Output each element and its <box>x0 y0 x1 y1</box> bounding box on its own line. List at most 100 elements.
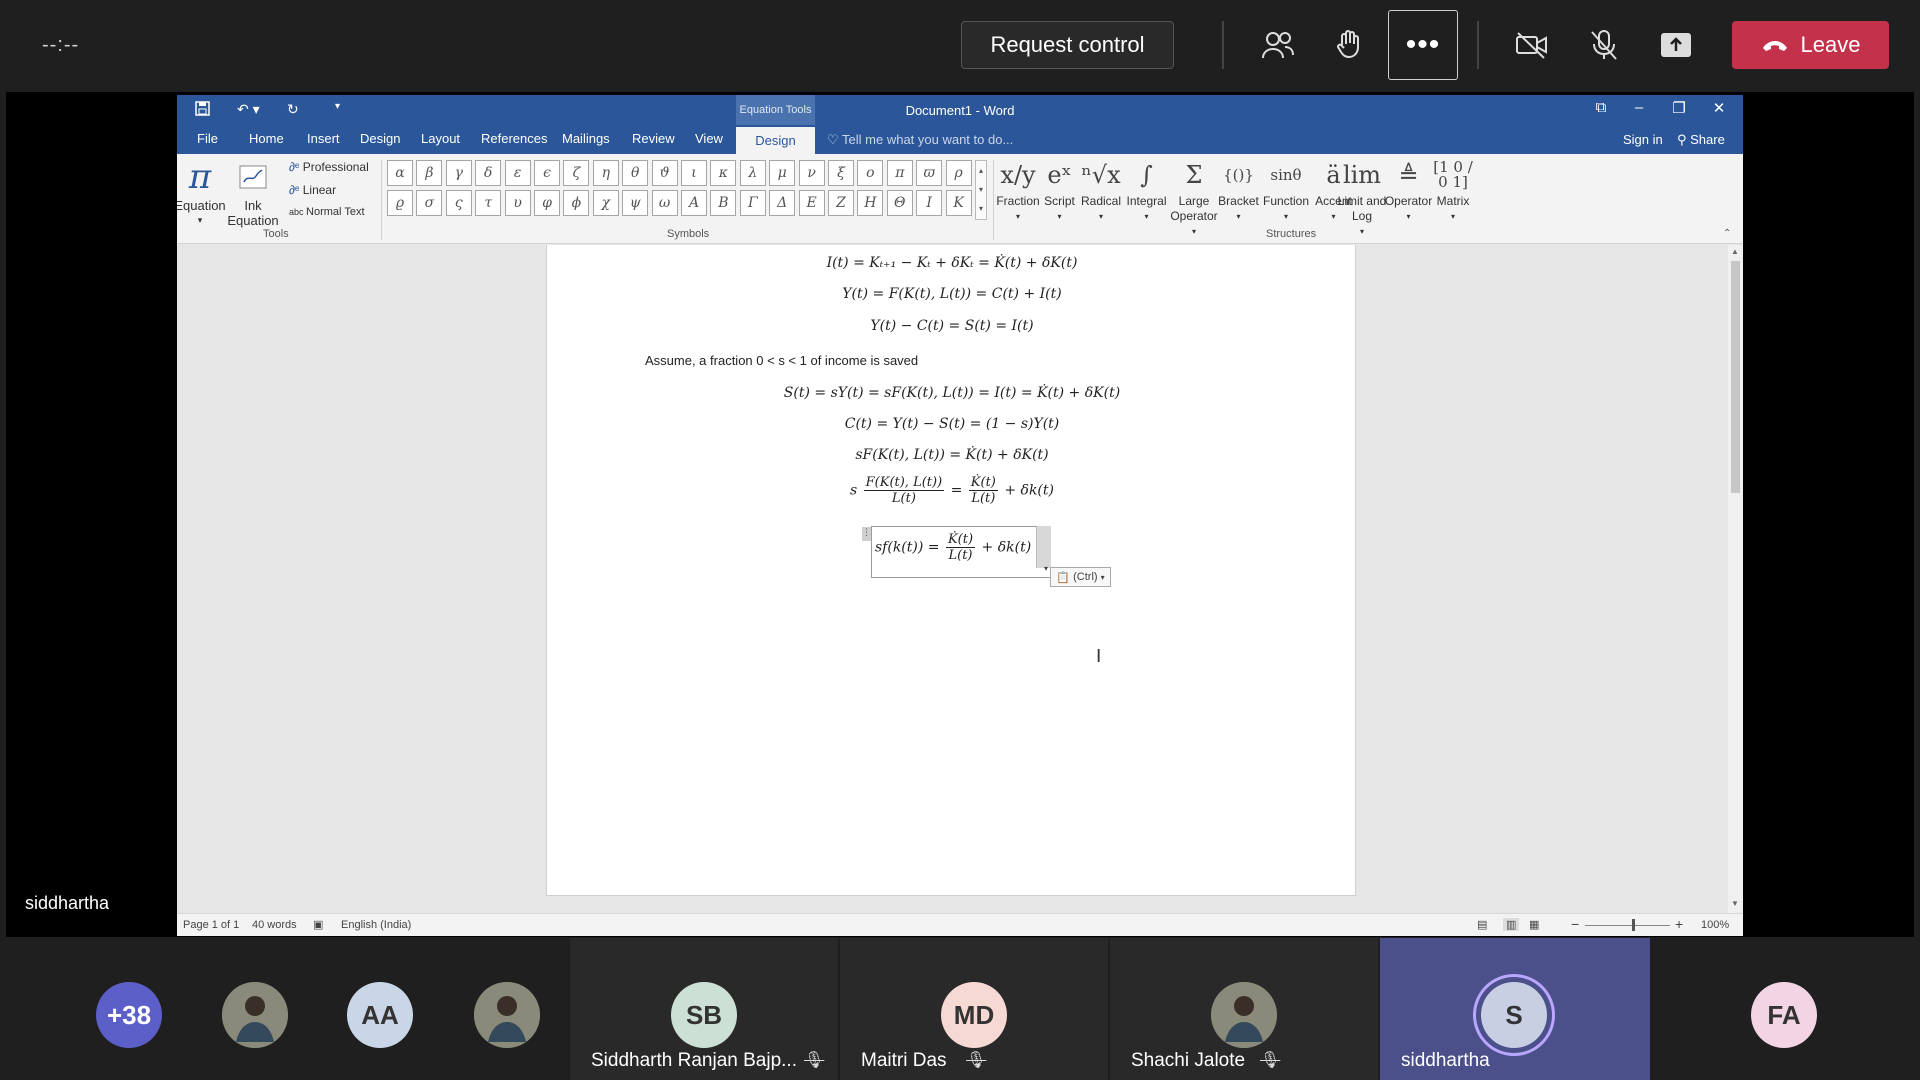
tab-insert[interactable]: Insert <box>307 131 340 146</box>
symbol-button[interactable]: α <box>387 160 413 186</box>
leave-button[interactable]: Leave <box>1732 21 1889 69</box>
participant-avatar[interactable] <box>1211 982 1277 1048</box>
share-button[interactable]: ⚲ Share <box>1677 132 1725 148</box>
more-actions-button[interactable]: ••• <box>1388 10 1458 80</box>
structure-operator-button[interactable]: ≜ Operator ▾ <box>1385 156 1432 224</box>
minimize-icon[interactable]: – <box>1619 99 1659 116</box>
zoom-out-icon[interactable]: − <box>1571 916 1579 932</box>
tab-mailings[interactable]: Mailings <box>562 131 610 146</box>
symbol-button[interactable]: μ <box>769 160 796 186</box>
normal-text-option[interactable]: abc Normal Text <box>289 206 365 218</box>
participant-avatar[interactable]: AA <box>347 982 413 1048</box>
web-layout-icon[interactable]: ▦ <box>1529 918 1539 931</box>
equation-4[interactable]: S(t) = sY(t) = sF(K(t), L(t)) = I(t) = K… <box>547 385 1357 401</box>
equation-3[interactable]: Y(t) − C(t) = S(t) = I(t) <box>547 318 1357 334</box>
page-count[interactable]: Page 1 of 1 <box>183 919 239 931</box>
symbol-button[interactable]: ϱ <box>387 190 413 216</box>
tab-references[interactable]: References <box>481 131 547 146</box>
share-screen-icon[interactable] <box>1646 15 1706 75</box>
camera-off-icon[interactable] <box>1502 15 1562 75</box>
symbol-button[interactable]: υ <box>504 190 531 216</box>
read-mode-icon[interactable]: ▤ <box>1477 918 1487 931</box>
participant-avatar[interactable] <box>222 982 288 1048</box>
equation-button[interactable]: π Equation ▾ <box>177 156 226 228</box>
equation-6[interactable]: sF(K(t), L(t)) = K̇(t) + δK(t) <box>547 447 1357 463</box>
symbol-button[interactable]: Θ <box>886 190 913 216</box>
undo-icon[interactable]: ↶ ▾ <box>237 101 260 118</box>
mic-off-icon[interactable] <box>1574 15 1634 75</box>
symbol-button[interactable]: ϑ <box>651 160 678 186</box>
symbol-button[interactable]: ω <box>651 190 678 216</box>
tab-design[interactable]: Design <box>360 131 400 146</box>
structure-large-operator-button[interactable]: Σ Large Operator ▾ <box>1170 156 1218 239</box>
symbol-button[interactable]: λ <box>739 160 766 186</box>
symbol-button[interactable]: η <box>592 160 619 186</box>
linear-option[interactable]: ∂ᵉ Linear <box>289 183 336 197</box>
structure-fraction-button[interactable]: x/y Fraction ▾ <box>996 156 1039 224</box>
equation-handle-icon[interactable]: ⋮ <box>862 527 871 541</box>
restore-icon[interactable]: ❐ <box>1659 99 1699 117</box>
symbol-button[interactable]: ς <box>445 190 472 216</box>
ribbon-display-icon[interactable]: ⧉ <box>1581 99 1621 116</box>
close-icon[interactable]: ✕ <box>1699 99 1739 117</box>
symbol-button[interactable]: γ <box>445 160 472 186</box>
raise-hand-icon[interactable] <box>1320 15 1380 75</box>
symbol-button[interactable]: ι <box>681 160 707 186</box>
symbol-button[interactable]: Ι <box>916 190 943 216</box>
proofing-icon[interactable]: ▣ <box>313 918 323 931</box>
symbol-button[interactable]: ν <box>798 160 825 186</box>
tell-me-search[interactable]: ♡ Tell me what you want to do... <box>827 132 1013 148</box>
symbol-button[interactable]: φ <box>534 190 560 216</box>
symbol-button[interactable]: θ <box>622 160 649 186</box>
save-icon[interactable] <box>195 101 210 119</box>
equation-7[interactable]: s F(K(t), L(t)) L(t) = K̇(t) L(t) + δk(t) <box>547 475 1357 506</box>
document-canvas[interactable]: I(t) = Kₜ₊₁ − Kₜ + δKₜ = K̇(t) + δK(t) Y… <box>177 245 1728 913</box>
symbol-button[interactable]: Ε <box>798 190 825 216</box>
ink-equation-button[interactable]: Ink Equation <box>227 156 279 228</box>
symbol-button[interactable]: ϖ <box>916 160 943 186</box>
participant-avatar[interactable]: SB <box>671 982 737 1048</box>
tab-file[interactable]: File <box>197 131 218 146</box>
symbol-button[interactable]: Ζ <box>828 190 854 216</box>
symbol-button[interactable]: ρ <box>945 160 972 186</box>
zoom-slider-thumb[interactable] <box>1632 919 1635 931</box>
tab-view[interactable]: View <box>695 131 723 146</box>
participant-avatar[interactable]: S <box>1481 982 1547 1048</box>
structure-function-button[interactable]: sinθ Function ▾ <box>1260 156 1312 224</box>
structure-matrix-button[interactable]: [1 0 / 0 1] Matrix ▾ <box>1432 156 1474 224</box>
symbol-button[interactable]: Γ <box>739 190 766 216</box>
symbol-button[interactable]: Κ <box>945 190 972 216</box>
equation-8[interactable]: sf(k(t)) = K̇(t) L(t) + δk(t) <box>875 532 1031 563</box>
participant-avatar[interactable]: +38 <box>96 982 162 1048</box>
word-count[interactable]: 40 words <box>252 919 297 931</box>
structure-bracket-button[interactable]: {()} Bracket ▾ <box>1218 156 1260 224</box>
participant-avatar[interactable]: FA <box>1751 982 1817 1048</box>
symbol-button[interactable]: ϕ <box>563 190 590 216</box>
zoom-level[interactable]: 100% <box>1701 919 1729 931</box>
tab-equation-design[interactable]: Design <box>736 127 815 154</box>
symbol-button[interactable]: Β <box>710 190 737 216</box>
symbol-button[interactable]: χ <box>592 190 619 216</box>
equation-2[interactable]: Y(t) = F(K(t), L(t)) = C(t) + I(t) <box>547 286 1357 302</box>
vertical-scrollbar[interactable]: ▲ ▼ <box>1728 245 1743 913</box>
symbol-button[interactable]: ϵ <box>534 160 560 186</box>
symbol-button[interactable]: ζ <box>563 160 590 186</box>
collapse-ribbon-icon[interactable]: ⌃ <box>1723 228 1731 239</box>
equation-5[interactable]: C(t) = Y(t) − S(t) = (1 − s)Y(t) <box>547 416 1357 432</box>
redo-icon[interactable]: ↻ <box>287 101 299 118</box>
participant-avatar[interactable]: MD <box>941 982 1007 1048</box>
print-layout-icon[interactable]: ▥ <box>1503 918 1520 931</box>
symbol-button[interactable]: π <box>886 160 913 186</box>
structure-integral-button[interactable]: ∫ Integral ▾ <box>1125 156 1169 224</box>
professional-option[interactable]: ∂ᵉ Professional <box>289 160 369 174</box>
tab-review[interactable]: Review <box>632 131 675 146</box>
participant-avatar[interactable] <box>474 982 540 1048</box>
equation-options-tab[interactable] <box>1036 526 1051 568</box>
structure-limit-and-log-button[interactable]: lim Limit and Log ▾ <box>1337 156 1387 239</box>
scroll-thumb[interactable] <box>1731 261 1740 493</box>
scroll-up-icon[interactable]: ▲ <box>1731 247 1739 256</box>
symbol-button[interactable]: τ <box>475 190 502 216</box>
structure-radical-button[interactable]: ⁿ√x Radical ▾ <box>1078 156 1124 224</box>
symbol-button[interactable]: ξ <box>828 160 854 186</box>
symbol-button[interactable]: ο <box>857 160 884 186</box>
